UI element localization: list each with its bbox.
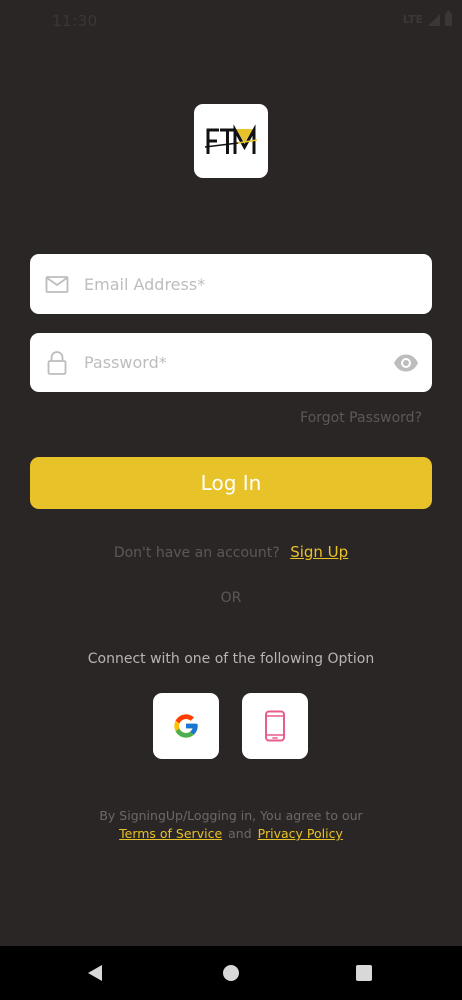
login-button[interactable]: Log In <box>30 457 432 509</box>
battery-icon <box>445 11 452 26</box>
social-heading: Connect with one of the following Option <box>87 651 375 667</box>
terms-links-row: Terms of Service and Privacy Policy <box>0 825 462 843</box>
terms-and: and <box>228 826 252 841</box>
eye-icon[interactable] <box>392 349 420 377</box>
email-field-container <box>30 254 432 314</box>
password-input[interactable] <box>84 333 384 392</box>
signup-prompt: Don't have an account? <box>113 545 280 561</box>
phone-icon <box>265 710 285 742</box>
lock-icon <box>47 350 67 375</box>
terms-prefix: By SigningUp/Logging in, You agree to ou… <box>99 808 363 823</box>
mail-icon <box>45 276 69 293</box>
status-icons: LTE <box>402 11 452 26</box>
back-icon[interactable] <box>88 965 102 981</box>
google-icon <box>174 714 198 738</box>
phone-login-button[interactable] <box>242 693 308 759</box>
terms-text: By SigningUp/Logging in, You agree to ou… <box>0 807 462 843</box>
email-input[interactable] <box>84 254 384 314</box>
signup-link[interactable]: Sign Up <box>290 543 348 561</box>
recent-apps-icon[interactable] <box>356 965 372 981</box>
google-login-button[interactable] <box>153 693 219 759</box>
or-divider: OR <box>220 590 242 606</box>
system-nav-bar <box>0 946 462 1000</box>
network-type: LTE <box>402 13 423 26</box>
ftm-logo-icon <box>204 124 258 154</box>
privacy-policy-link[interactable]: Privacy Policy <box>258 826 343 841</box>
forgot-password-link[interactable]: Forgot Password? <box>300 410 422 426</box>
signup-row: Don't have an account? Sign Up <box>0 543 462 561</box>
app-logo <box>194 104 268 178</box>
terms-of-service-link[interactable]: Terms of Service <box>119 826 222 841</box>
password-field-container <box>30 333 432 392</box>
status-bar: 11:30 LTE <box>0 0 462 44</box>
home-icon[interactable] <box>223 965 239 981</box>
signal-icon <box>428 13 440 26</box>
status-time: 11:30 <box>52 12 98 30</box>
